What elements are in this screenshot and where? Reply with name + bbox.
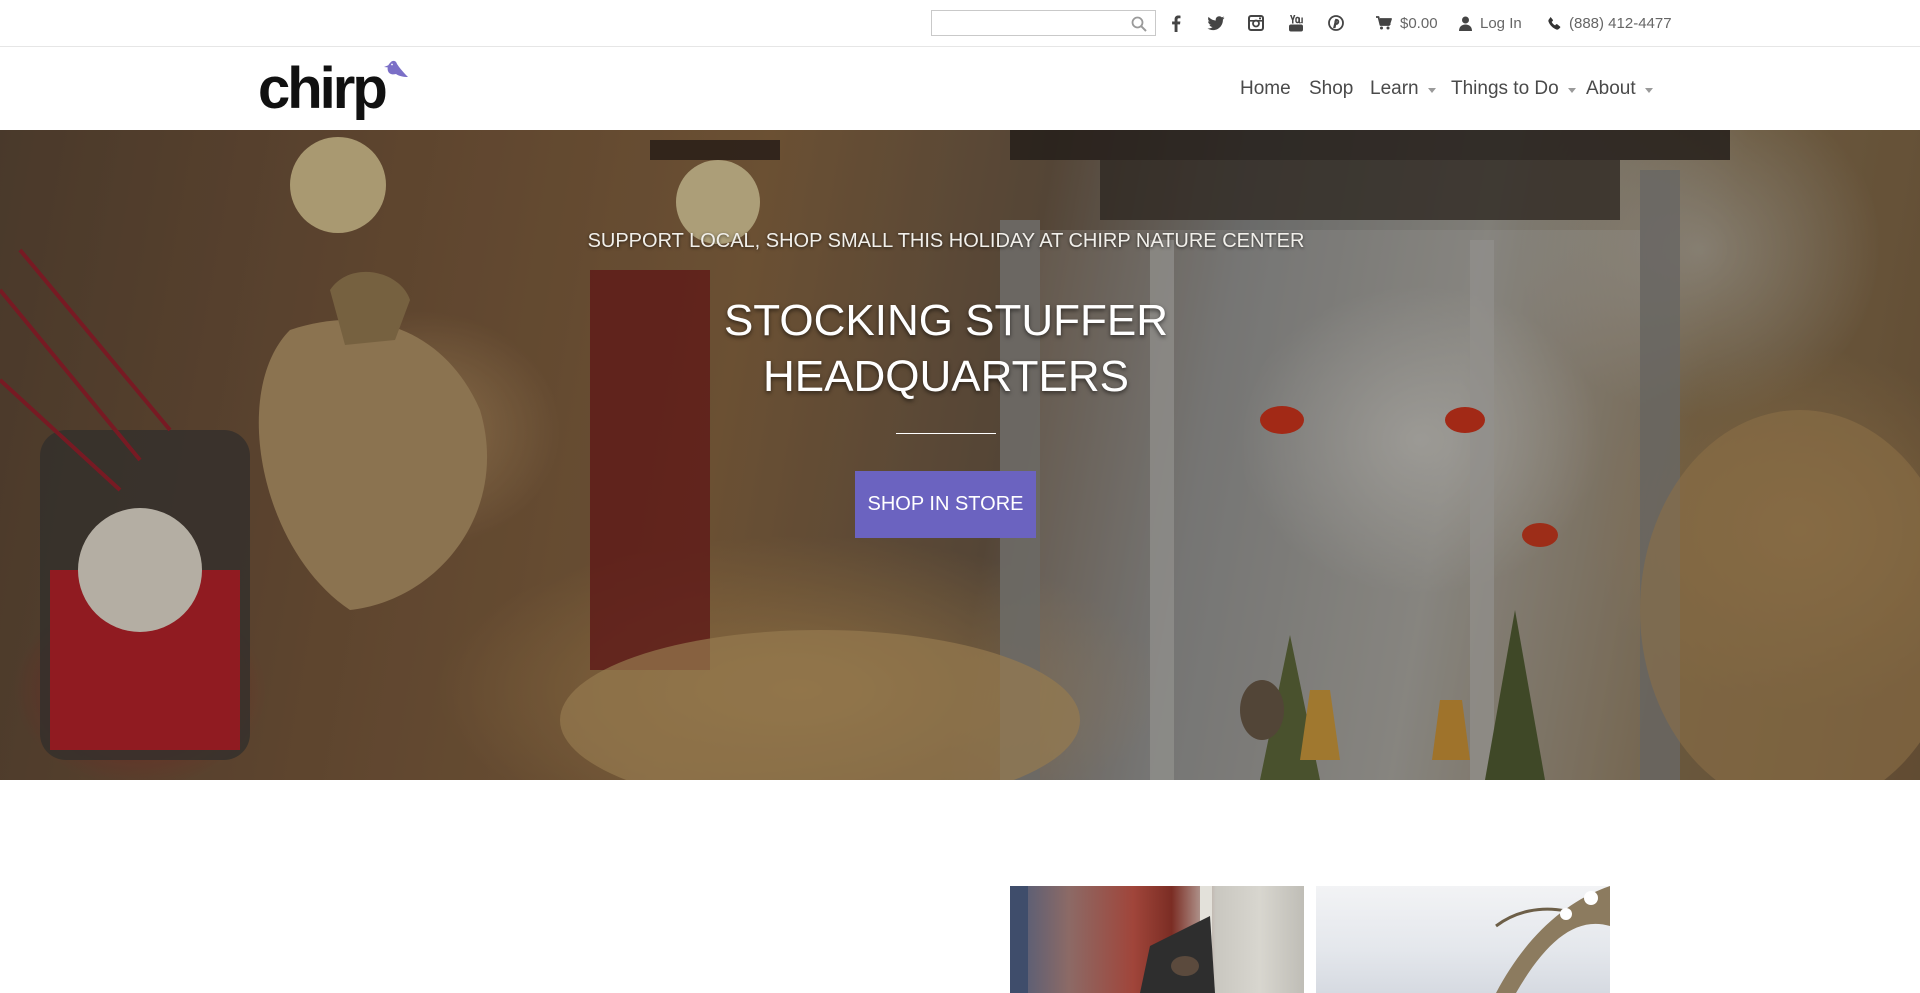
- utility-bar: $0.00 Log In (888) 412-4477: [0, 0, 1920, 47]
- search-icon[interactable]: [1131, 16, 1147, 32]
- nav-home-label: Home: [1240, 78, 1291, 99]
- youtube-icon[interactable]: [1285, 12, 1307, 34]
- cart-total: $0.00: [1400, 14, 1438, 32]
- search-box: [931, 10, 1156, 36]
- nav-about[interactable]: About: [1586, 77, 1653, 101]
- phone-link[interactable]: (888) 412-4477: [1548, 14, 1672, 32]
- shop-in-store-button[interactable]: SHOP IN STORE: [855, 471, 1036, 538]
- instagram-icon[interactable]: [1245, 12, 1267, 34]
- feature-image-bird-house[interactable]: [1010, 886, 1304, 993]
- cart-icon: [1376, 16, 1392, 30]
- snowy-branch-image: [1495, 886, 1610, 993]
- cart-link[interactable]: $0.00: [1376, 14, 1438, 32]
- nav-learn-label: Learn: [1370, 78, 1419, 99]
- nav-home[interactable]: Home: [1240, 77, 1291, 101]
- login-label: Log In: [1480, 14, 1522, 32]
- pinterest-icon[interactable]: [1325, 12, 1347, 34]
- hero-overlay: [0, 130, 1920, 780]
- hero-banner: SUPPORT LOCAL, SHOP SMALL THIS HOLIDAY A…: [0, 130, 1920, 780]
- chevron-down-icon: [1644, 88, 1653, 93]
- phone-number: (888) 412-4477: [1569, 14, 1672, 32]
- nav-about-label: About: [1586, 78, 1636, 99]
- nav-shop[interactable]: Shop: [1309, 77, 1353, 101]
- hero-subtitle: SUPPORT LOCAL, SHOP SMALL THIS HOLIDAY A…: [587, 230, 1305, 252]
- nav-things-to-do-label: Things to Do: [1451, 78, 1559, 99]
- hero-divider: [896, 433, 996, 434]
- main-header: chirp Home Shop Learn Things to Do About: [0, 47, 1920, 130]
- nav-things-to-do[interactable]: Things to Do: [1451, 77, 1576, 101]
- logo-wordmark: chirp: [258, 56, 388, 121]
- facebook-icon[interactable]: [1165, 12, 1187, 34]
- feature-image-snowy-branch[interactable]: [1316, 886, 1610, 993]
- phone-icon: [1548, 16, 1561, 30]
- login-link[interactable]: Log In: [1459, 14, 1522, 32]
- chirp-logo[interactable]: chirp: [258, 55, 410, 123]
- bird-on-feeder-image: [1010, 886, 1215, 993]
- nav-learn[interactable]: Learn: [1370, 77, 1436, 101]
- search-input[interactable]: [932, 11, 1128, 35]
- hero-title: STOCKING STUFFER HEADQUARTERS: [723, 296, 1169, 401]
- chevron-down-icon: [1567, 88, 1576, 93]
- bird-logo-icon: [384, 60, 408, 77]
- nav-shop-label: Shop: [1309, 78, 1354, 99]
- user-icon: [1459, 16, 1472, 31]
- twitter-icon[interactable]: [1205, 12, 1227, 34]
- chevron-down-icon: [1427, 88, 1436, 93]
